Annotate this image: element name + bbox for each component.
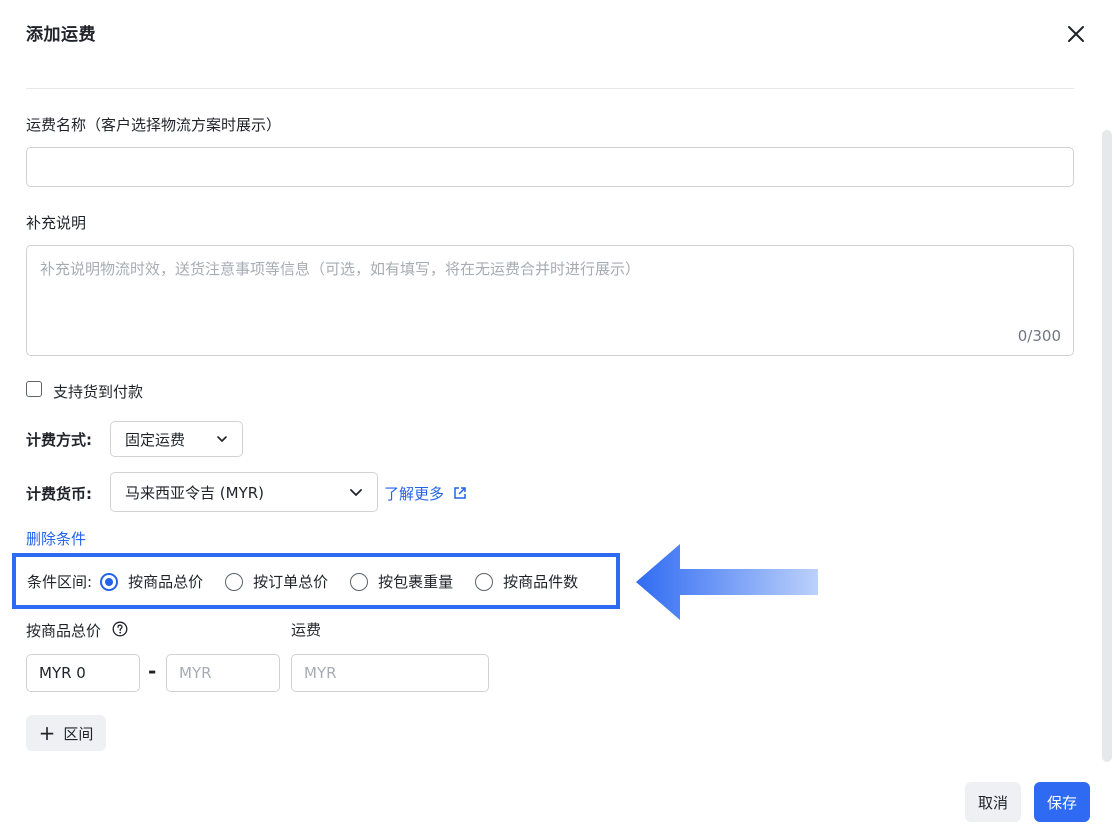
fee-input[interactable] <box>291 654 489 692</box>
billing-method-value: 固定运费 <box>125 430 186 449</box>
add-shipping-dialog: 添加运费 运费名称（客户选择物流方案时展示） 补充说明 补充说明物流时效，送货注… <box>0 0 1118 840</box>
radio-unselected-icon <box>475 572 494 591</box>
add-range-button[interactable]: + 区间 <box>26 715 106 751</box>
radio-label: 按商品件数 <box>503 573 579 591</box>
radio-package-weight[interactable]: 按包裹重量 <box>350 571 453 592</box>
billing-method-label: 计费方式: <box>26 431 92 449</box>
fee-label: 运费 <box>291 621 322 639</box>
save-button[interactable]: 保存 <box>1034 782 1090 822</box>
close-button[interactable] <box>1062 20 1090 48</box>
range-separator: - <box>148 659 157 683</box>
description-label: 补充说明 <box>26 214 87 232</box>
external-link-icon <box>454 487 466 499</box>
currency-value: 马来西亚令吉 (MYR) <box>125 483 264 502</box>
radio-label: 按订单总价 <box>253 573 329 591</box>
help-icon[interactable] <box>112 621 128 637</box>
radio-product-count[interactable]: 按商品件数 <box>475 571 578 592</box>
billing-method-select[interactable]: 固定运费 <box>110 421 243 457</box>
radio-unselected-icon <box>225 572 244 591</box>
radio-unselected-icon <box>350 572 369 591</box>
learn-more-text: 了解更多 <box>384 485 445 503</box>
plus-icon: + <box>38 721 56 745</box>
radio-label: 按包裹重量 <box>378 573 454 591</box>
range-min-input[interactable] <box>26 654 140 692</box>
arrow-left-icon <box>636 544 818 620</box>
radio-label: 按商品总价 <box>128 573 204 591</box>
dialog-title: 添加运费 <box>26 25 96 45</box>
scrollbar[interactable] <box>1102 130 1112 762</box>
currency-select[interactable]: 马来西亚令吉 (MYR) <box>110 472 378 512</box>
currency-label: 计费货币: <box>26 485 92 503</box>
radio-product-total[interactable]: 按商品总价 <box>100 571 203 592</box>
shipping-name-label: 运费名称（客户选择物流方案时展示） <box>26 116 282 134</box>
radio-order-total[interactable]: 按订单总价 <box>225 571 328 592</box>
delete-condition-link[interactable]: 删除条件 <box>26 528 86 549</box>
range-label: 按商品总价 <box>26 622 102 640</box>
radio-selected-icon <box>100 572 119 591</box>
cancel-button[interactable]: 取消 <box>965 782 1021 822</box>
description-placeholder: 补充说明物流时效，送货注意事项等信息（可选，如有填写，将在无运费合并时进行展示） <box>40 260 641 278</box>
cod-label[interactable]: 支持货到付款 <box>53 381 143 402</box>
close-icon <box>1068 26 1084 42</box>
char-counter: 0/300 <box>1017 327 1061 345</box>
add-range-label: 区间 <box>63 724 94 743</box>
condition-range-radio-group: 条件区间: 按商品总价 按订单总价 按包裹重量 按商品件数 <box>27 571 600 592</box>
learn-more-link[interactable]: 了解更多 <box>384 483 467 504</box>
description-textarea[interactable]: 补充说明物流时效，送货注意事项等信息（可选，如有填写，将在无运费合并时进行展示）… <box>26 245 1074 356</box>
cod-checkbox[interactable] <box>26 381 42 397</box>
header-divider <box>26 88 1074 89</box>
chevron-down-icon <box>350 489 362 496</box>
chevron-down-icon <box>217 436 227 442</box>
condition-range-label: 条件区间: <box>27 573 93 591</box>
shipping-name-input[interactable] <box>26 147 1074 187</box>
range-max-input[interactable] <box>166 654 280 692</box>
